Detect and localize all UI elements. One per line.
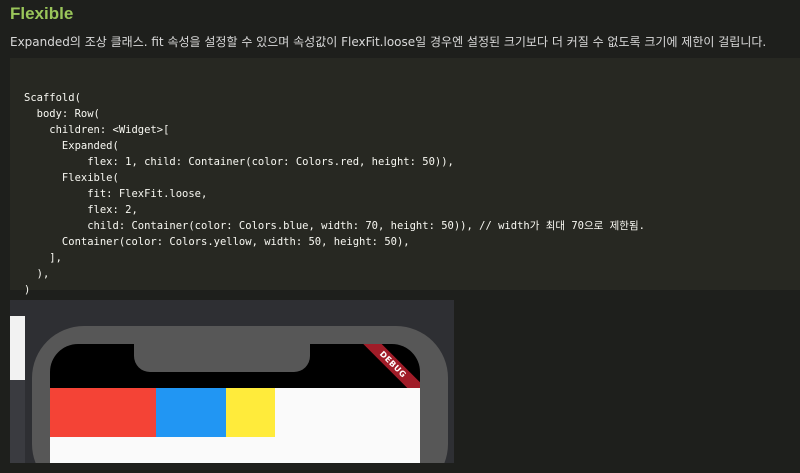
code-line: ],	[24, 252, 62, 264]
preview-side-panel-dark	[10, 380, 25, 463]
code-line: flex: 2,	[24, 204, 138, 216]
code-line: Flexible(	[24, 172, 119, 184]
code-line: children: <Widget>[	[24, 124, 170, 136]
preview-side-panel	[10, 316, 25, 380]
code-line: )	[24, 284, 31, 296]
app-body	[50, 388, 420, 463]
section-description: Expanded의 조상 클래스. fit 속성을 설정할 수 있으며 속성값이…	[10, 35, 767, 49]
expanded-red-container	[50, 388, 156, 437]
code-line: Container(color: Colors.yellow, width: 5…	[24, 236, 410, 248]
code-block: Scaffold( body: Row( children: <Widget>[…	[10, 58, 800, 296]
code-line: flex: 1, child: Container(color: Colors.…	[24, 156, 454, 168]
code-line: ),	[24, 268, 50, 280]
code-line: child: Container(color: Colors.blue, wid…	[24, 220, 645, 232]
code-line: Scaffold(	[24, 92, 81, 104]
code-line: body: Row(	[24, 108, 100, 120]
flutter-preview-image: DEBUG	[10, 300, 454, 463]
phone-notch	[134, 344, 310, 372]
yellow-container	[226, 388, 275, 437]
phone-screen: DEBUG	[50, 344, 420, 463]
flexible-blue-container	[156, 388, 226, 437]
flex-row	[50, 388, 275, 437]
section-heading: Flexible	[10, 4, 74, 23]
code-line: Expanded(	[24, 140, 119, 152]
code-line: fit: FlexFit.loose,	[24, 188, 208, 200]
